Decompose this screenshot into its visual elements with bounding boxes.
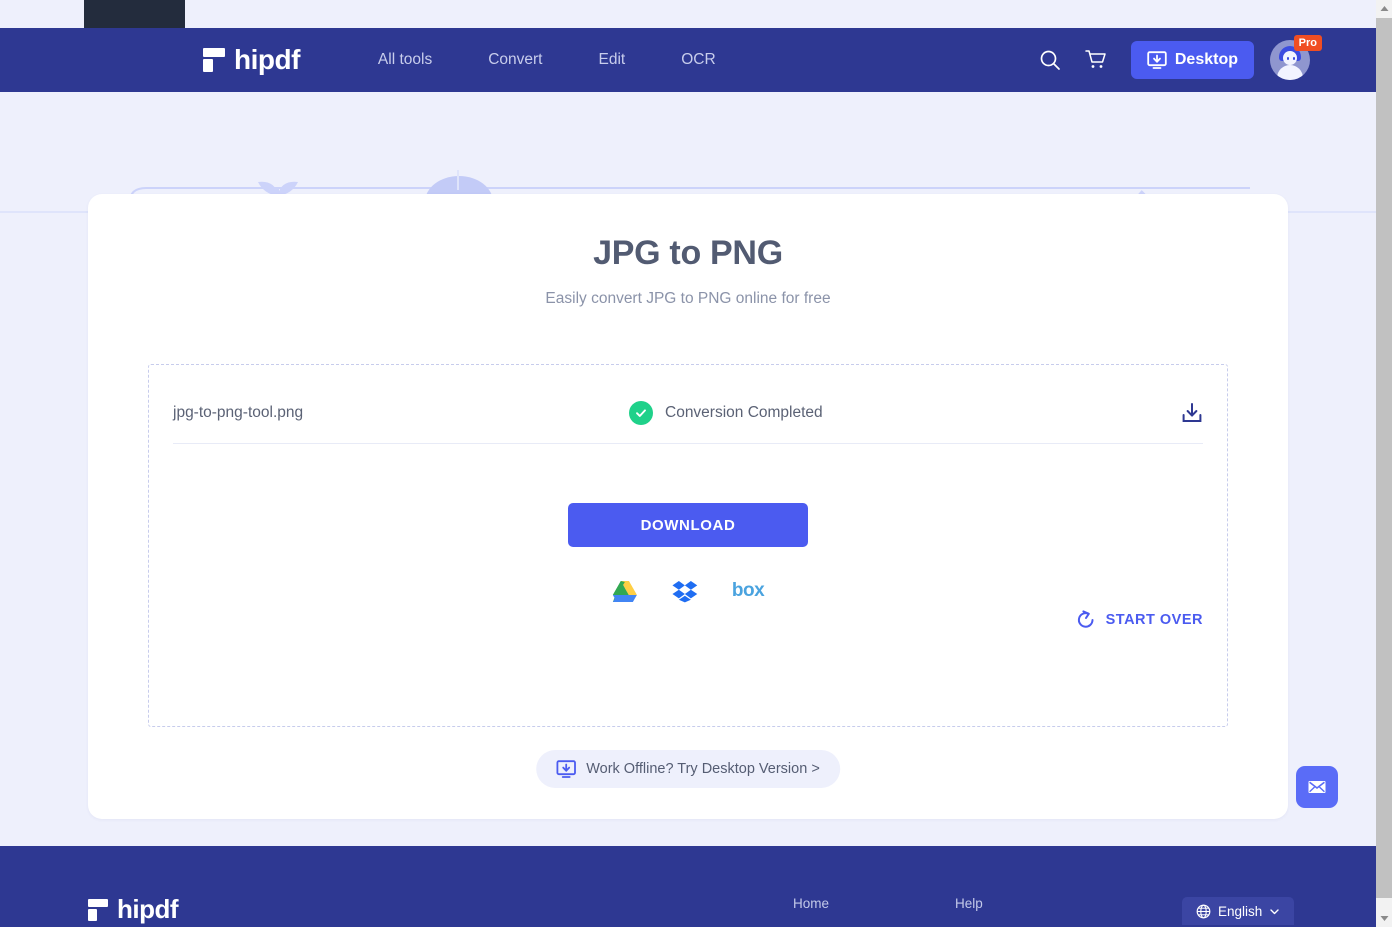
pro-badge: Pro bbox=[1293, 35, 1322, 51]
page-subtitle: Easily convert JPG to PNG online for fre… bbox=[545, 290, 831, 307]
save-to-box-button[interactable]: box bbox=[731, 577, 765, 605]
scrollbar-thumb[interactable] bbox=[1376, 18, 1392, 898]
caret-up-icon bbox=[1380, 6, 1388, 11]
caret-down-icon bbox=[1380, 916, 1388, 921]
file-dropzone[interactable]: jpg-to-png-tool.png Conversion Completed bbox=[148, 364, 1228, 727]
conversion-status: Conversion Completed bbox=[629, 400, 823, 425]
desktop-button-label: Desktop bbox=[1174, 51, 1238, 68]
file-name: jpg-to-png-tool.png bbox=[173, 403, 304, 421]
language-selector[interactable]: English bbox=[1182, 897, 1295, 925]
nav-links: All tools Convert Edit OCR bbox=[350, 28, 744, 92]
file-row: jpg-to-png-tool.png Conversion Completed bbox=[173, 385, 1203, 440]
monitor-download-icon bbox=[1147, 51, 1167, 69]
cloud-save-options: box bbox=[612, 577, 765, 605]
footer-logo[interactable]: hipdf bbox=[88, 894, 179, 925]
top-strip bbox=[0, 0, 1392, 28]
cart-icon bbox=[1085, 50, 1106, 68]
user-avatar-button[interactable]: Pro bbox=[1270, 35, 1322, 80]
cart-button[interactable] bbox=[1073, 28, 1119, 92]
globe-icon bbox=[1196, 904, 1211, 918]
dropbox-icon bbox=[672, 581, 698, 603]
status-text: Conversion Completed bbox=[665, 403, 823, 421]
footer-column-2: Help bbox=[955, 896, 983, 927]
contact-email-button[interactable] bbox=[1296, 766, 1338, 808]
hipdf-wordmark: hipdf bbox=[234, 44, 300, 75]
navbar: hipdf All tools Convert Edit OCR Desktop… bbox=[0, 28, 1392, 92]
monitor-download-icon bbox=[556, 760, 576, 778]
footer-link-help[interactable]: Help bbox=[955, 896, 983, 911]
work-offline-label: Work Offline? Try Desktop Version > bbox=[586, 761, 820, 777]
scrollbar-track[interactable] bbox=[1376, 0, 1392, 927]
footer-wordmark: hipdf bbox=[117, 894, 179, 924]
language-label: English bbox=[1218, 903, 1263, 919]
desktop-download-button[interactable]: Desktop bbox=[1130, 41, 1254, 79]
page-root: wondershare hipdf All tools Convert Edit… bbox=[0, 0, 1392, 927]
chevron-down-icon bbox=[1270, 908, 1279, 914]
refresh-ccw-icon bbox=[1077, 610, 1094, 628]
google-drive-icon bbox=[612, 581, 637, 602]
save-to-google-drive-button[interactable] bbox=[612, 577, 638, 605]
footer-column-1: Home bbox=[793, 896, 829, 927]
hipdf-mark-icon bbox=[203, 48, 225, 72]
nav-link-ocr[interactable]: OCR bbox=[653, 28, 743, 92]
check-circle-icon bbox=[629, 400, 653, 425]
hipdf-logo[interactable]: hipdf bbox=[203, 44, 300, 76]
hipdf-mark-icon bbox=[88, 898, 108, 921]
file-row-divider bbox=[173, 443, 1203, 444]
start-over-button[interactable]: START OVER bbox=[1076, 610, 1203, 630]
nav-link-convert[interactable]: Convert bbox=[460, 28, 570, 92]
scrollbar-up-arrow[interactable] bbox=[1376, 0, 1392, 17]
page-title: JPG to PNG bbox=[593, 234, 783, 272]
check-icon bbox=[636, 408, 646, 417]
nav-link-edit[interactable]: Edit bbox=[570, 28, 653, 92]
nav-link-all-tools[interactable]: All tools bbox=[350, 28, 460, 92]
scrollbar-down-arrow[interactable] bbox=[1376, 910, 1392, 927]
footer-link-home[interactable]: Home bbox=[793, 896, 829, 911]
work-offline-button[interactable]: Work Offline? Try Desktop Version > bbox=[536, 750, 840, 788]
box-label: box bbox=[731, 580, 765, 601]
download-button[interactable]: DOWNLOAD bbox=[568, 503, 808, 547]
file-download-button[interactable] bbox=[1181, 402, 1203, 424]
start-over-label: START OVER bbox=[1105, 612, 1203, 628]
search-button[interactable] bbox=[1027, 28, 1073, 92]
download-tray-icon bbox=[1182, 402, 1202, 422]
tool-card: JPG to PNG Easily convert JPG to PNG onl… bbox=[88, 194, 1288, 819]
search-icon bbox=[1040, 50, 1060, 70]
save-to-dropbox-button[interactable] bbox=[672, 577, 698, 605]
envelope-icon bbox=[1308, 781, 1326, 793]
